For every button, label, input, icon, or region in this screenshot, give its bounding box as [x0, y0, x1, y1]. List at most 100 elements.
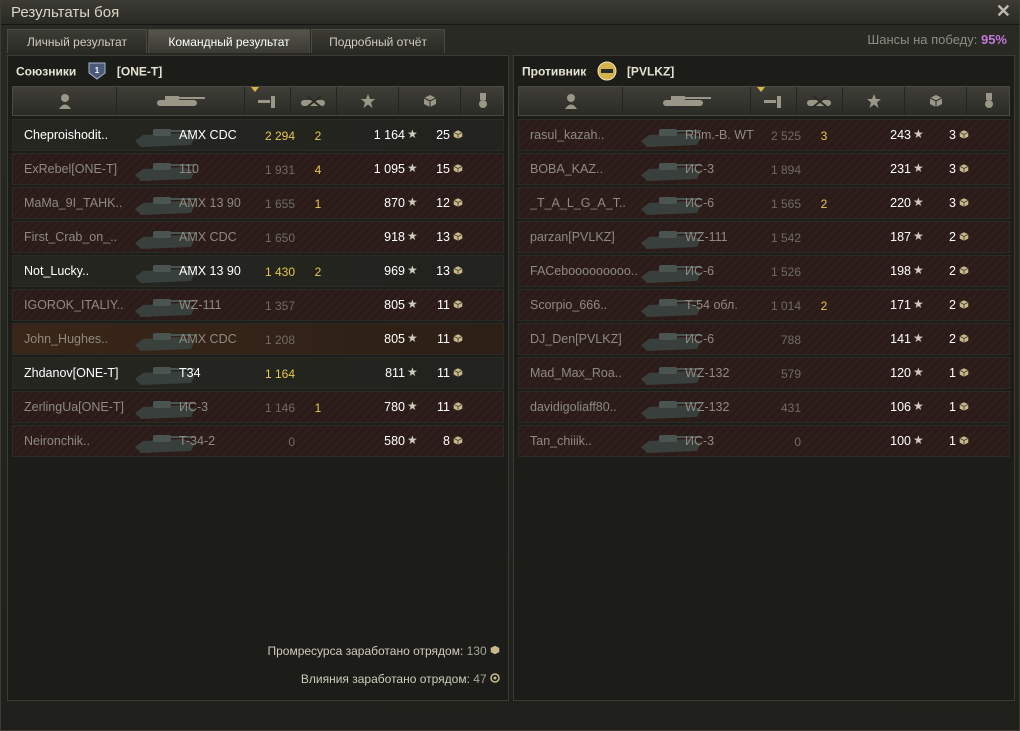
player-name: ExRebel[ONE-T]: [24, 162, 118, 176]
xp-value: 198: [890, 264, 911, 278]
player-name: Not_Lucky..: [24, 264, 90, 278]
tank-icon: [156, 96, 205, 106]
xp-value: 106: [890, 400, 911, 414]
player-name: BOBA_KAZ..: [530, 162, 603, 176]
column-tank[interactable]: [623, 87, 751, 115]
damage-value: 1 357: [264, 299, 295, 313]
player-row[interactable]: Tan_chiiik.. ИС-3 0 100 ★ 1: [518, 425, 1010, 457]
player-row[interactable]: Neironchik.. T-34-2 0 580 ★ 8: [12, 425, 504, 457]
player-row[interactable]: rasul_kazah.. Rhm.-B. WT 2 525 3 243 ★ 3: [518, 119, 1010, 151]
resource-value: 11: [437, 366, 450, 380]
resource-icon: [959, 198, 969, 207]
kills-value: 3: [820, 129, 828, 143]
xp-value: 870: [384, 196, 405, 210]
player-row[interactable]: ExRebel[ONE-T] 110 1 931 4 1 095 ★ 15: [12, 153, 504, 185]
resource-value: 3: [949, 162, 956, 176]
player-icon: [58, 94, 71, 109]
player-name: rasul_kazah..: [530, 128, 605, 142]
player-row[interactable]: Zhdanov[ONE-T] T34 1 164 811 ★ 11: [12, 357, 504, 389]
xp-value: 580: [384, 434, 405, 448]
star-icon: ★: [913, 399, 924, 413]
clan-emblem-icon: 1: [88, 62, 106, 80]
resource-value: 2: [949, 332, 956, 346]
enemies-column-header: [518, 86, 1010, 116]
win-chance: Шансы на победу: 95%: [867, 32, 1007, 47]
damage-value: 1 014: [770, 299, 801, 313]
player-row[interactable]: Mad_Max_Roa.. WZ-132 579 120 ★ 1: [518, 357, 1010, 389]
xp-value: 805: [384, 332, 405, 346]
medal-icon: [479, 93, 487, 108]
column-xp[interactable]: [337, 87, 399, 115]
player-row[interactable]: Cheproishodit.. AMX CDC 2 294 2 1 164 ★ 25: [12, 119, 504, 151]
damage-value: 1 430: [264, 265, 295, 279]
column-xp[interactable]: [843, 87, 905, 115]
medal-icon: [985, 93, 993, 108]
player-row[interactable]: parzan[PVLKZ] WZ-111 1 542 187 ★ 2: [518, 221, 1010, 253]
resource-value: 2: [949, 298, 956, 312]
player-name: Zhdanov[ONE-T]: [24, 366, 119, 380]
player-row[interactable]: davidigoliaff80.. WZ-132 431 106 ★ 1: [518, 391, 1010, 423]
influence-icon: [490, 673, 500, 683]
damage-value: 1 931: [264, 163, 295, 177]
footer-value: 130: [466, 644, 487, 658]
player-row[interactable]: ZerlingUa[ONE-T] ИС-3 1 146 1 780 ★ 11: [12, 391, 504, 423]
star-icon: ★: [913, 229, 924, 243]
damage-value: 0: [794, 435, 801, 449]
column-player[interactable]: [519, 87, 623, 115]
tab-personal[interactable]: Личный результат: [7, 29, 147, 53]
win-chance-label: Шансы на победу:: [867, 32, 978, 47]
column-kills[interactable]: [797, 87, 843, 115]
column-damage[interactable]: [245, 87, 291, 115]
damage-value: 1 565: [770, 197, 801, 211]
player-row[interactable]: First_Crab_on_.. AMX CDC 1 650 918 ★ 13: [12, 221, 504, 253]
tab-team[interactable]: Командный результат: [148, 29, 310, 53]
star-icon: ★: [407, 331, 418, 345]
enemies-label: Противник: [522, 64, 587, 79]
player-row[interactable]: FACebooooooooo.. ИС-6 1 526 198 ★ 2: [518, 255, 1010, 287]
player-row[interactable]: DJ_Den[PVLKZ] ИС-6 788 141 ★ 2: [518, 323, 1010, 355]
column-medal[interactable]: [967, 87, 1011, 115]
resource-value: 13: [436, 264, 450, 278]
kills-value: 2: [314, 129, 322, 143]
player-name: Neironchik..: [24, 434, 90, 448]
player-icon: [564, 94, 577, 109]
player-row[interactable]: Scorpio_666.. T-54 обл. 1 014 2 171 ★ 2: [518, 289, 1010, 321]
player-row[interactable]: _T_A_L_G_A_T.. ИС-6 1 565 2 220 ★ 3: [518, 187, 1010, 219]
resource-icon: [453, 266, 463, 275]
resource-icon: [453, 334, 463, 343]
player-row[interactable]: BOBA_KAZ.. ИС-3 1 894 231 ★ 3: [518, 153, 1010, 185]
player-row[interactable]: MaMa_9I_TAHK.. AMX 13 90 1 655 1 870 ★ 12: [12, 187, 504, 219]
column-tank[interactable]: [117, 87, 245, 115]
enemies-header: Противник [PVLKZ]: [522, 61, 675, 82]
player-row[interactable]: Not_Lucky.. AMX 13 90 1 430 2 969 ★ 13: [12, 255, 504, 287]
resource-value: 2: [949, 264, 956, 278]
column-kills[interactable]: [291, 87, 337, 115]
star-icon: ★: [913, 161, 924, 175]
player-name: ZerlingUa[ONE-T]: [24, 400, 125, 414]
resource-value: 1: [949, 366, 956, 380]
star-icon: ★: [407, 127, 418, 141]
column-resource[interactable]: [399, 87, 461, 115]
tank-icon: [662, 96, 711, 106]
column-resource[interactable]: [905, 87, 967, 115]
xp-value: 780: [384, 400, 405, 414]
xp-value: 969: [384, 264, 405, 278]
star-icon: ★: [913, 297, 924, 311]
star-icon: ★: [407, 297, 418, 311]
column-medal[interactable]: [461, 87, 505, 115]
xp-value: 918: [384, 230, 405, 244]
resource-value: 1: [949, 434, 956, 448]
star-icon: ★: [407, 433, 418, 447]
tab-detailed[interactable]: Подробный отчёт: [311, 29, 445, 53]
column-player[interactable]: [13, 87, 117, 115]
star-icon: ★: [913, 365, 924, 379]
enemies-clan: [PVLKZ]: [626, 64, 675, 79]
player-row[interactable]: John_Hughes.. AMX CDC 1 208 805 ★ 11: [12, 323, 504, 355]
resource-icon: [453, 368, 463, 377]
star-icon: ★: [913, 433, 924, 447]
close-icon[interactable]: ✕: [996, 1, 1011, 22]
column-damage[interactable]: [751, 87, 797, 115]
damage-value: 2 294: [264, 129, 295, 143]
player-row[interactable]: IGOROK_ITALIY.. WZ-111 1 357 805 ★ 11: [12, 289, 504, 321]
star-icon: ★: [407, 399, 418, 413]
